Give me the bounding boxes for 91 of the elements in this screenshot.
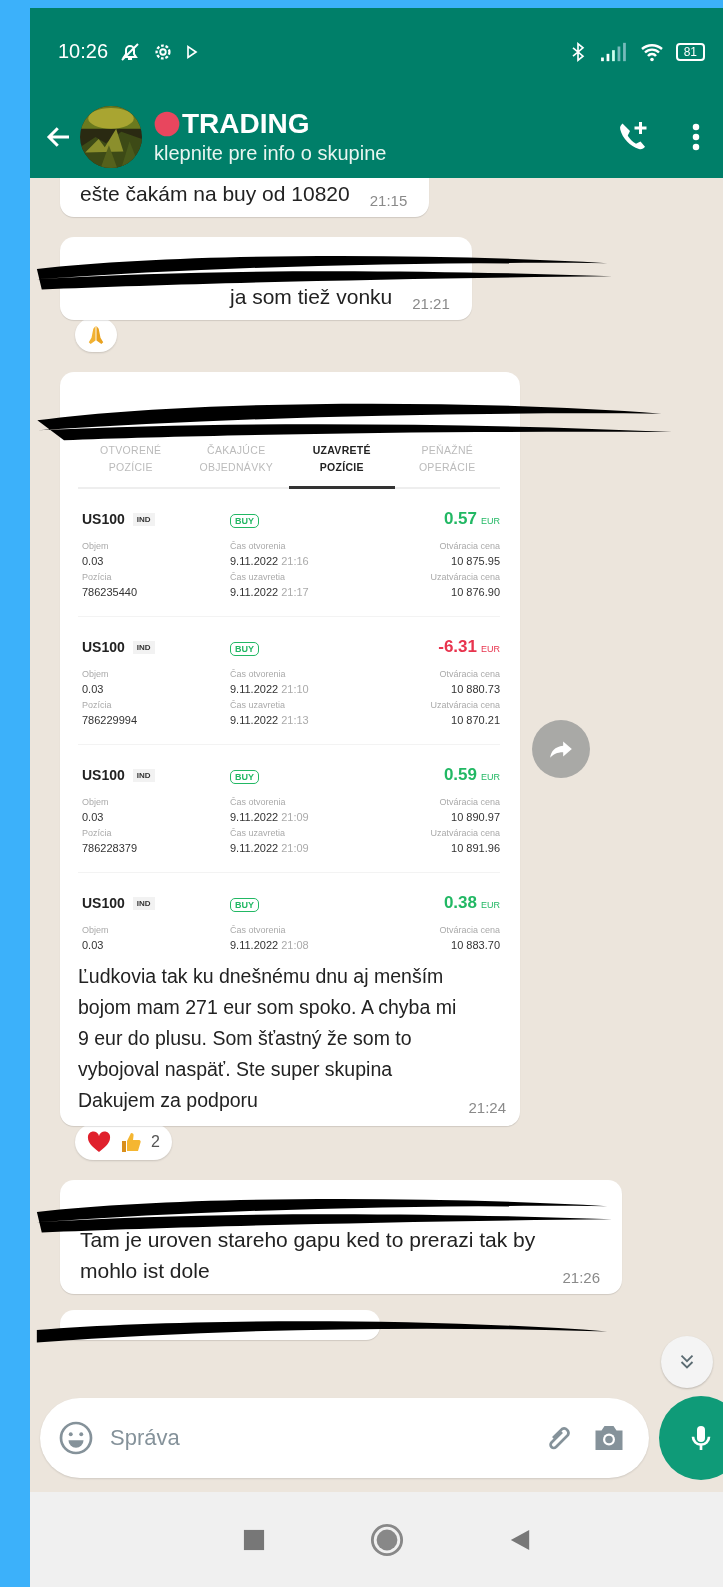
field-value: 0.03 xyxy=(82,683,105,695)
profit-amount: 0.38 xyxy=(443,893,477,913)
symbol-text: US100 xyxy=(82,767,125,783)
message-text: Ľudkovia tak ku dnešnému dnu aj menším bojom mam 271 eur som spoko. A chyba mi 9 eur do plusu. Som šťastný že som to vybojoval naspäť. Ste super skupina Dakujem za podporu xyxy=(78,964,458,1113)
thumbs-up-icon xyxy=(119,1130,143,1154)
field-label: Otváracia cena xyxy=(439,797,500,807)
field-label: Pozícia xyxy=(82,700,113,710)
currency-label: EUR xyxy=(481,644,500,654)
profit-amount: 0.57 xyxy=(443,509,477,529)
field-label: Objem xyxy=(82,925,110,935)
field-value: 9.11.2022 21:09 xyxy=(230,842,310,854)
field-value: 10 876.90 xyxy=(451,586,500,598)
side-badge: BUY xyxy=(230,514,259,528)
field-label: Čas otvorenia xyxy=(230,669,287,679)
symbol-text: US100 xyxy=(82,511,125,527)
field-value: 9.11.2022 21:08 xyxy=(230,939,310,951)
emoji-icon[interactable] xyxy=(58,1420,94,1456)
field-label: Čas otvorenia xyxy=(230,797,287,807)
field-label: Objem xyxy=(82,541,110,551)
field-label: Čas uzavretia xyxy=(230,572,287,582)
heart-icon xyxy=(87,1131,111,1153)
field-value: 10 880.73 xyxy=(451,683,500,695)
tab-label: ČAKAJÚCE OBJEDNÁVKY xyxy=(198,443,275,475)
field-label: Objem xyxy=(82,669,110,679)
field-label: Uzatváracia cena xyxy=(430,572,500,582)
profit-amount: 0.59 xyxy=(443,765,477,785)
praying-hands-icon xyxy=(87,324,105,346)
status-dot-icon xyxy=(154,110,180,137)
field-label: Čas otvorenia xyxy=(230,925,287,935)
field-value: 0.03 xyxy=(82,939,105,951)
field-value: 9.11.2022 21:10 xyxy=(230,683,310,695)
side-badge: BUY xyxy=(230,898,259,912)
field-label: Čas uzavretia xyxy=(230,700,287,710)
field-label: Otváracia cena xyxy=(439,669,500,679)
field-value: 10 883.70 xyxy=(451,939,500,951)
side-badge: BUY xyxy=(230,642,259,656)
message-time: 21:26 xyxy=(562,1269,600,1286)
tab-label: UZAVRETÉ POZÍCIE xyxy=(289,434,395,489)
field-label: Čas uzavretia xyxy=(230,828,287,838)
currency-label: EUR xyxy=(481,900,500,910)
tab-label: PEŇAŽNÉ OPERÁCIE xyxy=(417,443,477,475)
symbol-text: US100 xyxy=(82,895,125,911)
field-value: 0.03 xyxy=(82,555,105,567)
message-text: ja som tiež vonku xyxy=(230,284,393,310)
message-time: 21:24 xyxy=(468,1099,506,1116)
recents-square-icon[interactable] xyxy=(242,1528,265,1551)
home-circle-icon[interactable] xyxy=(369,1522,404,1557)
field-value: 9.11.2022 21:17 xyxy=(230,586,310,598)
group-subtitle[interactable]: klepnite pre info o skupine xyxy=(154,139,609,166)
battery-indicator: 81 xyxy=(675,42,705,61)
field-value: 9.11.2022 21:16 xyxy=(230,555,310,567)
field-value: 10 890.97 xyxy=(451,811,500,823)
symbol-text: US100 xyxy=(82,639,125,655)
reaction-pill[interactable] xyxy=(75,318,117,352)
currency-label: EUR xyxy=(481,516,500,526)
field-value: 786235440 xyxy=(82,586,139,598)
field-value: 10 875.95 xyxy=(451,555,500,567)
field-label: Objem xyxy=(82,797,110,807)
clock-time: 10:26 xyxy=(58,40,109,63)
field-label: Otváracia cena xyxy=(439,925,500,935)
market-badge: IND xyxy=(132,896,155,910)
message-text: Tam je uroven stareho gapu ked to prerazi tak by mohlo ist dole xyxy=(80,1227,537,1284)
market-badge: IND xyxy=(132,640,155,654)
group-title[interactable]: TRADING xyxy=(182,107,310,140)
field-label: Uzatváracia cena xyxy=(430,700,500,710)
field-value: 9.11.2022 21:13 xyxy=(230,714,310,726)
field-value: 9.11.2022 21:09 xyxy=(230,811,310,823)
message-time: 21:15 xyxy=(369,192,408,209)
message-time: 21:21 xyxy=(412,295,450,312)
menu-icon[interactable] xyxy=(691,121,701,152)
field-label: Otváracia cena xyxy=(439,541,500,551)
message-text: ešte čakám na buy od 10820 xyxy=(80,181,350,207)
field-label: Pozícia xyxy=(82,572,113,582)
field-value: 786228379 xyxy=(82,842,139,854)
reaction-count: 2 xyxy=(151,1133,160,1151)
field-label: Uzatváracia cena xyxy=(430,828,500,838)
market-badge: IND xyxy=(132,512,155,526)
field-value: 10 891.96 xyxy=(451,842,500,854)
profit-amount: -6.31 xyxy=(438,637,477,657)
microphone-button[interactable] xyxy=(659,1396,723,1480)
field-value: 786229994 xyxy=(82,714,139,726)
field-value: 10 870.21 xyxy=(451,714,500,726)
currency-label: EUR xyxy=(481,772,500,782)
side-badge: BUY xyxy=(230,770,259,784)
message-field[interactable]: Správa xyxy=(108,1424,527,1452)
market-badge: IND xyxy=(132,768,155,782)
field-value: 0.03 xyxy=(82,811,105,823)
tab-label: OTVORENÉ POZÍCIE xyxy=(99,443,163,475)
reaction-pill[interactable]: 2 xyxy=(75,1124,172,1160)
field-label: Čas otvorenia xyxy=(230,541,287,551)
field-label: Pozícia xyxy=(82,828,113,838)
